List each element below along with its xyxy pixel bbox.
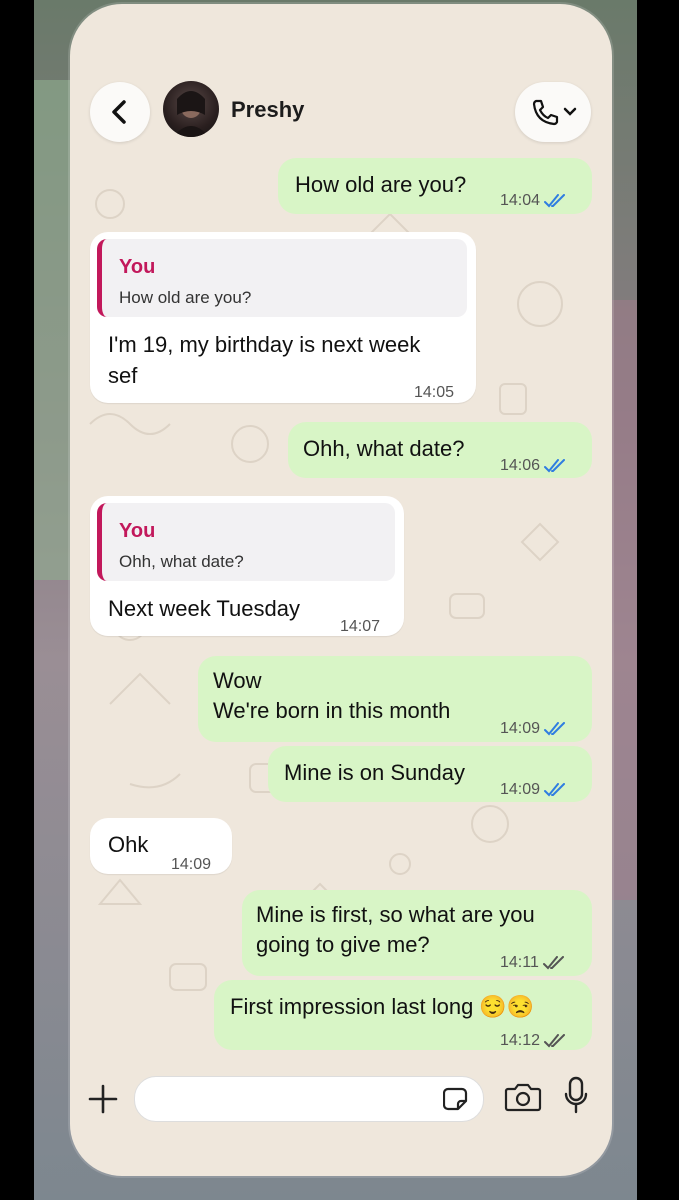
avatar-photo bbox=[173, 91, 209, 137]
message-text-line1: I'm 19, my birthday is next week bbox=[108, 332, 421, 357]
message-meta: 14:12 bbox=[500, 1026, 566, 1056]
message-text-line1: Mine is first, so what are you bbox=[256, 902, 535, 927]
message-meta: 14:07 bbox=[340, 612, 380, 642]
message-bubble-outgoing[interactable]: How old are you? 14:04 bbox=[278, 158, 592, 214]
message-text: Mine is on Sunday bbox=[284, 760, 465, 785]
message-bubble-outgoing[interactable]: Ohh, what date? 14:06 bbox=[288, 422, 592, 478]
call-button[interactable] bbox=[515, 82, 591, 142]
message-time: 14:07 bbox=[340, 618, 381, 635]
quoted-reply[interactable]: You Ohh, what date? bbox=[97, 503, 395, 581]
message-meta: 14:06 bbox=[500, 451, 566, 481]
double-check-read-icon bbox=[544, 783, 566, 797]
message-bubble-outgoing[interactable]: First impression last long 😌😒 14:12 bbox=[214, 980, 592, 1050]
plus-icon[interactable] bbox=[86, 1082, 120, 1116]
message-bubble-incoming[interactable]: You How old are you? I'm 19, my birthday… bbox=[90, 232, 476, 403]
message-time: 14:05 bbox=[414, 384, 455, 401]
message-time: 14:12 bbox=[500, 1032, 541, 1049]
message-meta: 14:05 bbox=[414, 378, 454, 408]
message-input[interactable] bbox=[134, 1076, 484, 1122]
double-check-read-icon bbox=[544, 194, 566, 208]
message-bubble-outgoing[interactable]: Mine is first, so what are you going to … bbox=[242, 890, 592, 976]
message-text: First impression last long 😌😒 bbox=[230, 994, 535, 1019]
message-meta: 14:09 bbox=[171, 850, 211, 880]
double-check-read-icon bbox=[544, 722, 566, 736]
message-text-line2: We're born in this month bbox=[213, 698, 451, 723]
double-check-read-icon bbox=[544, 459, 566, 473]
message-time: 14:09 bbox=[171, 856, 212, 873]
camera-icon[interactable] bbox=[504, 1080, 542, 1114]
double-check-delivered-icon bbox=[542, 956, 564, 970]
message-meta: 14:04 bbox=[500, 186, 566, 216]
chevron-left-icon bbox=[112, 100, 126, 124]
message-meta: 14:11 bbox=[500, 948, 565, 978]
phone-icon bbox=[532, 99, 559, 126]
message-text-line1: Wow bbox=[213, 668, 262, 693]
quoted-text: Ohh, what date? bbox=[119, 552, 244, 571]
chat-header: Preshy bbox=[70, 4, 612, 154]
contact-avatar[interactable] bbox=[163, 81, 219, 137]
message-time: 14:11 bbox=[500, 954, 539, 971]
message-time: 14:09 bbox=[500, 720, 541, 737]
back-button[interactable] bbox=[90, 82, 150, 142]
microphone-icon[interactable] bbox=[564, 1076, 588, 1116]
message-text-line2: sef bbox=[108, 363, 138, 388]
chevron-down-icon bbox=[563, 107, 577, 116]
message-meta: 14:09 bbox=[500, 775, 566, 805]
message-text: How old are you? bbox=[295, 172, 467, 197]
quoted-author: You bbox=[119, 256, 156, 278]
chat-screen: Preshy How old are you? 14:04 You How ol… bbox=[70, 4, 612, 1176]
message-bubble-incoming[interactable]: Ohk 14:09 bbox=[90, 818, 232, 874]
quoted-author: You bbox=[119, 520, 156, 542]
message-text: Ohh, what date? bbox=[303, 436, 465, 461]
message-text: Next week Tuesday bbox=[108, 596, 300, 621]
message-time: 14:06 bbox=[500, 457, 541, 474]
message-time: 14:04 bbox=[500, 192, 541, 209]
contact-name[interactable]: Preshy bbox=[231, 97, 304, 123]
message-bubble-outgoing[interactable]: Wow We're born in this month 14:09 bbox=[198, 656, 592, 742]
message-text: Ohk bbox=[108, 832, 149, 857]
sticker-icon[interactable] bbox=[443, 1086, 469, 1112]
message-text-line2: going to give me? bbox=[256, 932, 430, 957]
message-bubble-outgoing[interactable]: Mine is on Sunday 14:09 bbox=[268, 746, 592, 802]
message-meta: 14:09 bbox=[500, 714, 566, 744]
quoted-text: How old are you? bbox=[119, 288, 252, 307]
message-bubble-incoming[interactable]: You Ohh, what date? Next week Tuesday 14… bbox=[90, 496, 404, 636]
message-time: 14:09 bbox=[500, 781, 541, 798]
message-composer bbox=[70, 1066, 612, 1176]
double-check-delivered-icon bbox=[544, 1034, 566, 1048]
quoted-reply[interactable]: You How old are you? bbox=[97, 239, 467, 317]
